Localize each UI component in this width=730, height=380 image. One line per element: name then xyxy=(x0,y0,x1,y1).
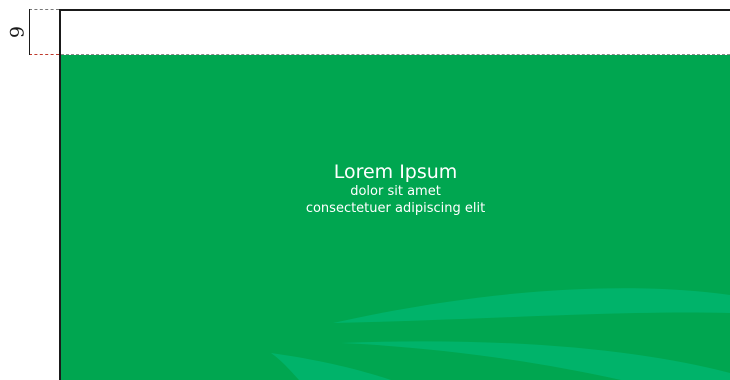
swoosh-stroke-middle xyxy=(341,341,730,380)
subheadline-line-2: consectetuer adipiscing elit xyxy=(305,201,486,216)
headline: Lorem Ipsum xyxy=(333,161,458,183)
decorative-swoosh xyxy=(271,288,730,380)
dimension-guide-bottom xyxy=(29,54,59,55)
dimension-guide-top xyxy=(29,9,59,10)
green-content-panel: Lorem Ipsum dolor sit amet consectetuer … xyxy=(61,55,730,380)
swoosh-stroke-lower xyxy=(271,353,391,380)
dimension-line xyxy=(29,9,30,55)
subheadline-line-1: dolor sit amet xyxy=(350,184,441,199)
text-block: Lorem Ipsum dolor sit amet consectetuer … xyxy=(61,161,730,217)
dimension-label: 6 xyxy=(5,25,27,39)
swoosh-stroke-upper xyxy=(333,288,730,323)
page-frame-top-edge xyxy=(59,9,730,11)
